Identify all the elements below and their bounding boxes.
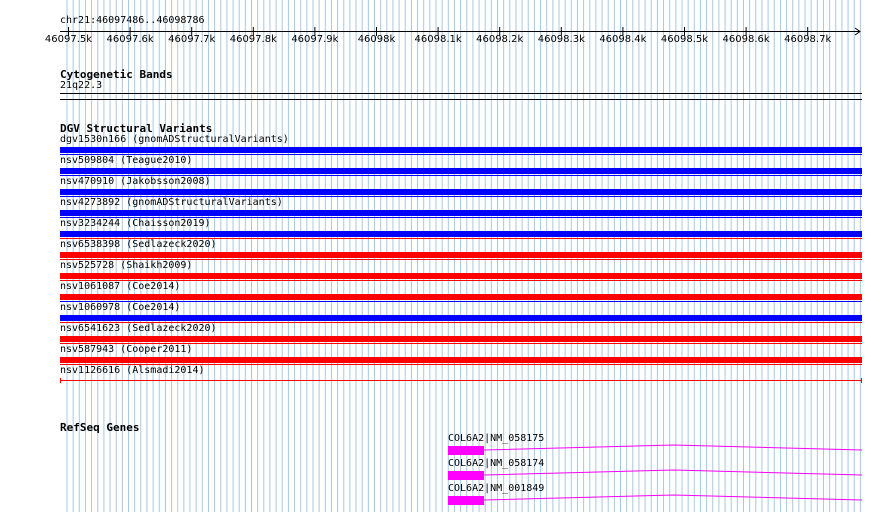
variant-bar[interactable]: [60, 315, 862, 321]
variant-label: nsv1061087 (Coe2014): [60, 281, 181, 292]
variant-bar[interactable]: [60, 210, 862, 216]
gene-exon[interactable]: [448, 471, 484, 480]
ruler-tick-label: 46097.5k: [44, 34, 93, 45]
gene-intron[interactable]: [484, 443, 862, 455]
variant-label: nsv470910 (Jakobsson2008): [60, 176, 211, 187]
variant-label: nsv4273892 (gnomADStructuralVariants): [60, 197, 283, 208]
gene-exon[interactable]: [448, 496, 484, 505]
gene-exon[interactable]: [448, 446, 484, 455]
variant-connector: [60, 238, 862, 239]
variant-connector: [60, 154, 862, 155]
variant-connector: [60, 175, 862, 176]
variant-endcap-left: [60, 378, 61, 383]
variant-bar[interactable]: [60, 252, 862, 258]
ruler-tick-label: 46097.9k: [291, 34, 339, 45]
variant-label: nsv1060978 (Coe2014): [60, 302, 181, 313]
variant-bar[interactable]: [60, 231, 862, 237]
cytoband-bar-top[interactable]: [60, 93, 862, 94]
ruler-tick-label: 46098.5k: [660, 34, 709, 45]
ruler-tick-label: 46098.2k: [476, 34, 524, 45]
variant-label: nsv3234244 (Chaisson2019): [60, 218, 211, 229]
ruler-tick-label: 46097.6k: [106, 34, 154, 45]
variant-bar[interactable]: [60, 336, 862, 342]
ruler-tick-label: 46098.7k: [784, 34, 832, 45]
refseq-title: RefSeq Genes: [60, 421, 140, 434]
variant-label: nsv525728 (Shaikh2009): [60, 260, 193, 271]
variant-connector: [60, 280, 862, 281]
variant-connector: [60, 217, 862, 218]
gene-intron[interactable]: [484, 468, 862, 480]
variant-label: nsv587943 (Cooper2011): [60, 344, 193, 355]
cytoband-label: 21q22.3: [60, 80, 103, 91]
ruler-tick-label: 46098.4k: [599, 34, 647, 45]
variant-bar[interactable]: [60, 380, 862, 381]
gene-intron[interactable]: [484, 493, 862, 505]
variant-connector: [60, 259, 862, 260]
variant-label: dgv1530n166 (gnomADStructuralVariants): [60, 134, 289, 145]
cytoband-bar-bottom: [60, 99, 862, 100]
variant-label: nsv1126616 (Alsmadi2014): [60, 365, 205, 376]
variant-bar[interactable]: [60, 189, 862, 195]
variant-connector: [60, 343, 862, 344]
variant-connector: [60, 301, 862, 302]
variant-bar[interactable]: [60, 273, 862, 279]
variant-connector: [60, 364, 862, 365]
variant-connector: [60, 322, 862, 323]
variant-endcap-right: [861, 378, 862, 383]
variant-label: nsv509804 (Teague2010): [60, 155, 193, 166]
variant-label: nsv6538398 (Sedlazeck2020): [60, 239, 217, 250]
ruler-tick-label: 46098.3k: [537, 34, 585, 45]
variant-connector: [60, 196, 862, 197]
variant-bar[interactable]: [60, 357, 862, 363]
variant-bar[interactable]: [60, 168, 862, 174]
ruler-tick-label: 46098k: [357, 34, 396, 45]
variant-bar[interactable]: [60, 294, 862, 300]
ruler-tick-label: 46098.6k: [722, 34, 770, 45]
variant-bar[interactable]: [60, 147, 862, 153]
ruler-tick-label: 46098.1k: [414, 34, 462, 45]
variant-label: nsv6541623 (Sedlazeck2020): [60, 323, 217, 334]
ruler-tick-label: 46097.8k: [229, 34, 277, 45]
ruler-tick-label: 46097.7k: [168, 34, 216, 45]
